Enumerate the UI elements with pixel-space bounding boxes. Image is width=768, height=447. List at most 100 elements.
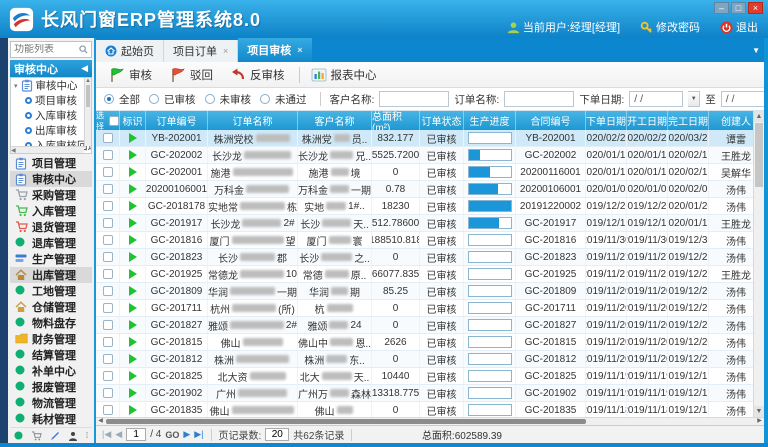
table-row[interactable]: GC-201917长沙龙2#长沙天..8512.78600..已审核GC-201… bbox=[96, 215, 764, 232]
header-cell-2[interactable]: 订单编号 bbox=[146, 111, 208, 130]
tree-root[interactable]: ▾审核中心 bbox=[11, 78, 91, 93]
radio-1[interactable] bbox=[149, 94, 159, 104]
sidebar-item-11[interactable]: 财务管理 bbox=[10, 331, 92, 347]
tree-item-2[interactable]: 出库审核 bbox=[11, 123, 91, 138]
table-row[interactable]: GC-2018178实地常栋实地1#..18230已审核201912200022… bbox=[96, 198, 764, 215]
sidebar-item-7[interactable]: 出库管理 bbox=[10, 267, 92, 283]
row-checkbox[interactable] bbox=[103, 320, 113, 330]
status-dot-icon[interactable] bbox=[14, 431, 23, 440]
table-row[interactable]: GC-201711杭州(所)杭0已审核GC-2017112019/11/2020… bbox=[96, 300, 764, 317]
tab-overflow-icon[interactable]: ▼ bbox=[752, 46, 760, 55]
tab-1[interactable]: 项目订单× bbox=[164, 40, 238, 62]
row-checkbox[interactable] bbox=[103, 167, 113, 177]
calendar-dropdown-icon[interactable]: ▼ bbox=[688, 91, 700, 107]
table-row[interactable]: GC-201809华润一期华润期85.25已审核GC-2018092019/11… bbox=[96, 283, 764, 300]
page-number-input[interactable] bbox=[126, 428, 146, 441]
customer-name-input[interactable] bbox=[379, 91, 449, 107]
table-row[interactable]: GC-202001施港施港境0已审核202001160012020/01/162… bbox=[96, 164, 764, 181]
row-checkbox[interactable] bbox=[103, 218, 113, 228]
header-cell-8[interactable]: 合同编号 bbox=[516, 111, 586, 130]
toolbar-button-0[interactable]: 审核 bbox=[102, 65, 161, 85]
row-checkbox[interactable] bbox=[103, 354, 113, 364]
minimize-button[interactable]: – bbox=[714, 2, 729, 14]
cart-icon[interactable] bbox=[31, 431, 42, 441]
grid-hscroll-thumb[interactable] bbox=[106, 419, 586, 424]
sidebar-item-14[interactable]: 报废管理 bbox=[10, 379, 92, 395]
last-page-button[interactable]: ▶| bbox=[194, 429, 203, 440]
header-cell-6[interactable]: 订单状态 bbox=[420, 111, 464, 130]
header-cell-11[interactable]: 完工日期 bbox=[668, 111, 709, 130]
sidebar-item-13[interactable]: 补单中心 bbox=[10, 363, 92, 379]
sidebar-item-2[interactable]: 采购管理 bbox=[10, 187, 92, 203]
row-checkbox[interactable] bbox=[103, 371, 113, 381]
row-checkbox[interactable] bbox=[103, 184, 113, 194]
header-cell-1[interactable]: 标识 bbox=[120, 111, 146, 130]
tab-0[interactable]: 起始页 bbox=[96, 40, 164, 62]
sidebar-item-1[interactable]: 审核中心 bbox=[10, 171, 92, 187]
change-password-button[interactable]: 修改密码 bbox=[640, 19, 700, 35]
function-search-input[interactable] bbox=[14, 44, 79, 55]
header-cell-3[interactable]: 订单名称 bbox=[208, 111, 298, 130]
date-field-3[interactable]: / / bbox=[721, 91, 764, 107]
next-page-button[interactable]: ▶ bbox=[183, 429, 190, 440]
radio-2[interactable] bbox=[205, 94, 215, 104]
sidebar-item-5[interactable]: 退库管理 bbox=[10, 235, 92, 251]
table-row[interactable]: 20200106001万科金万科金一期0.78已审核20200106001202… bbox=[96, 181, 764, 198]
sidebar-item-16[interactable]: 耗材管理 bbox=[10, 411, 92, 427]
tree-expander-icon[interactable]: ▾ bbox=[14, 82, 18, 90]
sidebar-item-12[interactable]: 结算管理 bbox=[10, 347, 92, 363]
sidebar-item-8[interactable]: 工地管理 bbox=[10, 283, 92, 299]
toolbar-button-1[interactable]: 驳回 bbox=[163, 65, 222, 85]
table-row[interactable]: GC-201902广州广州万森林13318.775已审核GC-201902201… bbox=[96, 385, 764, 402]
prev-page-button[interactable]: ◀ bbox=[115, 429, 122, 440]
table-row[interactable]: GC-201812株洲株洲东..0已审核GC-2018122019/11/202… bbox=[96, 351, 764, 368]
sidebar-panel-header[interactable]: 审核中心 ◀ bbox=[10, 60, 92, 78]
header-cell-7[interactable]: 生产进度 bbox=[464, 111, 516, 130]
grid-scroll-thumb[interactable] bbox=[755, 123, 763, 187]
header-checkbox[interactable] bbox=[109, 116, 119, 126]
sidebar-item-3[interactable]: 入库管理 bbox=[10, 203, 92, 219]
tree-scroll-thumb[interactable] bbox=[86, 85, 90, 107]
scroll-left-icon[interactable]: ◀ bbox=[96, 418, 105, 425]
header-cell-9[interactable]: 下单日期 bbox=[586, 111, 627, 130]
person-icon[interactable] bbox=[68, 431, 78, 441]
row-checkbox[interactable] bbox=[103, 252, 113, 262]
scroll-down-icon[interactable]: ▼ bbox=[754, 406, 764, 417]
overflow-dots-icon[interactable]: ⁞ bbox=[86, 431, 88, 440]
table-row[interactable]: GC-201827雅颂2#雅颂240已审核GC-2018272019/11/20… bbox=[96, 317, 764, 334]
sidebar-item-4[interactable]: 退货管理 bbox=[10, 219, 92, 235]
row-checkbox[interactable] bbox=[103, 337, 113, 347]
page-size-input[interactable] bbox=[265, 428, 289, 441]
header-cell-4[interactable]: 客户名称 bbox=[298, 111, 372, 130]
toolbar-button-3[interactable]: 报表中心 bbox=[305, 65, 386, 85]
pen-icon[interactable] bbox=[50, 431, 60, 441]
radio-0[interactable] bbox=[104, 94, 114, 104]
maximize-button[interactable]: □ bbox=[731, 2, 746, 14]
sidebar-item-15[interactable]: 物流管理 bbox=[10, 395, 92, 411]
collapse-icon[interactable]: ◀ bbox=[81, 63, 88, 74]
sidebar-item-0[interactable]: 项目管理 bbox=[10, 155, 92, 171]
scroll-right-icon[interactable]: ▶ bbox=[755, 418, 764, 425]
table-row[interactable]: GC-201835佛山佛山0已审核GC-2018352019/11/182019… bbox=[96, 402, 764, 417]
row-checkbox[interactable] bbox=[103, 150, 113, 160]
table-row[interactable]: GC-201816厦门望厦门寰188510.818已审核GC-201816201… bbox=[96, 232, 764, 249]
tree-vscrollbar[interactable]: ▲ bbox=[84, 78, 91, 146]
tab-close-icon[interactable]: × bbox=[223, 46, 228, 56]
sidebar-item-6[interactable]: 生产管理 bbox=[10, 251, 92, 267]
tree-item-1[interactable]: 入库审核 bbox=[11, 108, 91, 123]
header-cell-10[interactable]: 开工日期 bbox=[627, 111, 668, 130]
row-checkbox[interactable] bbox=[103, 388, 113, 398]
order-name-input[interactable] bbox=[504, 91, 574, 107]
sidebar-item-10[interactable]: 物料盘存 bbox=[10, 315, 92, 331]
tree-item-0[interactable]: 项目审核 bbox=[11, 93, 91, 108]
scroll-up-icon[interactable]: ▲ bbox=[754, 111, 764, 122]
first-page-button[interactable]: |◀ bbox=[102, 429, 111, 440]
table-row[interactable]: GC-201925常德龙10常德原..266077.835..已审核GC-201… bbox=[96, 266, 764, 283]
row-checkbox[interactable] bbox=[103, 269, 113, 279]
toolbar-button-2[interactable]: 反审核 bbox=[224, 65, 294, 85]
table-row[interactable]: GC-202002长沙龙长沙龙兄..65525.7200..已审核GC-2020… bbox=[96, 147, 764, 164]
tree-hscrollbar[interactable]: ◀ bbox=[11, 146, 84, 153]
row-checkbox[interactable] bbox=[103, 235, 113, 245]
row-checkbox[interactable] bbox=[103, 405, 113, 415]
table-row[interactable]: YB-202001株洲党校株洲党员..832.177已审核YB-20200120… bbox=[96, 130, 764, 147]
